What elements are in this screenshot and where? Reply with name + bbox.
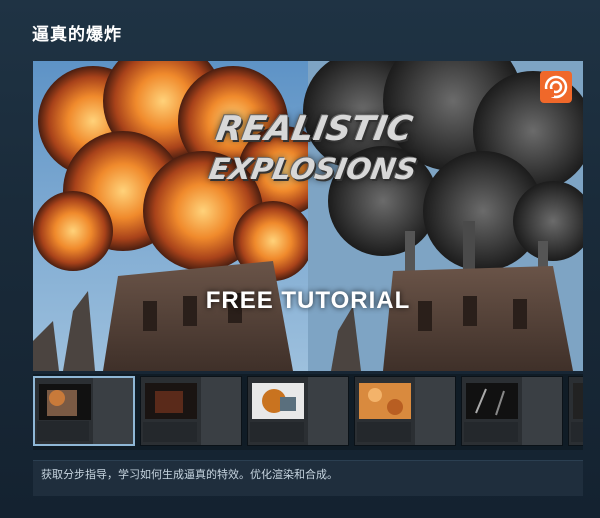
houdini-logo-icon [540, 71, 572, 103]
thumbnail-4[interactable] [354, 376, 456, 446]
thumbnail-2[interactable] [140, 376, 242, 446]
hero-subtitle: FREE TUTORIAL [205, 287, 411, 314]
thumbnail-1[interactable] [33, 376, 135, 446]
thumbnail-5[interactable] [461, 376, 563, 446]
thumbnail-6[interactable] [568, 376, 583, 446]
hero-title-line1: REALISTIC [213, 109, 416, 149]
hero-artwork [33, 61, 583, 371]
thumbnail-strip [33, 374, 583, 450]
page-title: 逼真的爆炸 [32, 25, 122, 45]
description-box: 获取分步指导，学习如何生成逼真的特效。优化渲染和合成。 [33, 460, 583, 496]
hero-image[interactable]: REALISTIC EXPLOSIONS FREE TUTORIAL [33, 61, 583, 371]
hero-title: REALISTIC EXPLOSIONS [206, 109, 420, 189]
hero-title-line2: EXPLOSIONS [206, 152, 420, 186]
description-text: 获取分步指导，学习如何生成逼真的特效。优化渲染和合成。 [41, 468, 338, 481]
thumbnail-3[interactable] [247, 376, 349, 446]
